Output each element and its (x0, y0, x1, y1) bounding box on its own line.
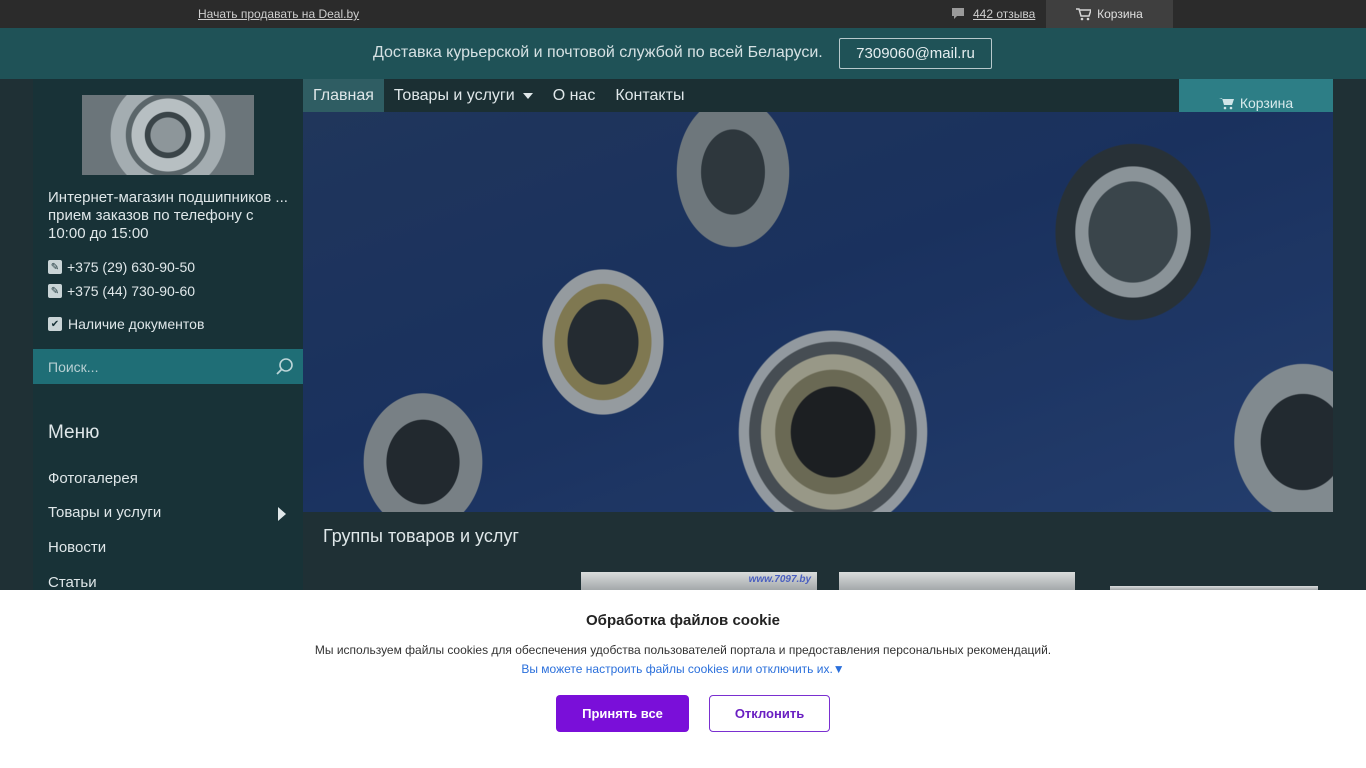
cookie-banner: Обработка файлов cookie Мы используем фа… (0, 590, 1366, 768)
menu-item-articles[interactable]: Статьи (48, 574, 97, 591)
phone-1-number: +375 (29) 630-90-50 (67, 259, 196, 275)
groups-heading: Группы товаров и услуг (323, 526, 519, 546)
email-button[interactable]: 7309060@mail.ru (839, 38, 992, 69)
hero-overlay (303, 112, 1333, 512)
phone-1[interactable]: ✎ +375 (29) 630-90-50 (48, 259, 195, 275)
hero-banner-image (303, 112, 1333, 512)
top-cart-label: Корзина (1097, 7, 1143, 21)
nav-products[interactable]: Товары и услуги (384, 79, 543, 112)
shop-name: Интернет-магазин подшипников ... прием з… (48, 189, 288, 242)
nav-about[interactable]: О нас (543, 79, 606, 112)
cookie-title: Обработка файлов cookie (586, 612, 780, 629)
product-group-thumb[interactable]: www.7097.by (581, 572, 817, 590)
search-box (33, 349, 303, 384)
decline-button[interactable]: Отклонить (709, 695, 830, 732)
accept-all-button[interactable]: Принять все (556, 695, 689, 732)
chevron-down-icon (522, 92, 533, 99)
reviews-link[interactable]: 442 отзыва (951, 7, 1035, 21)
menu-item-news[interactable]: Новости (48, 539, 106, 556)
cookie-description: Мы используем файлы cookies для обеспече… (314, 643, 1052, 657)
phone-2-number: +375 (44) 730-90-60 (67, 283, 196, 299)
documents-link[interactable]: ✔ Наличие документов (48, 316, 204, 332)
phone-icon: ✎ (48, 260, 62, 274)
top-cart-button[interactable]: Корзина (1046, 0, 1173, 28)
shop-logo[interactable] (82, 95, 254, 175)
menu-item-gallery[interactable]: Фотогалерея (48, 470, 138, 487)
cookie-settings-link[interactable]: Вы можете настроить файлы cookies или от… (0, 662, 1366, 676)
phone-icon: ✎ (48, 284, 62, 298)
check-icon: ✔ (48, 317, 62, 331)
search-input[interactable] (33, 349, 273, 384)
menu-title: Меню (48, 422, 100, 443)
product-group-thumb[interactable] (839, 572, 1075, 590)
nav-home[interactable]: Главная (303, 79, 384, 112)
top-bar: Начать продавать на Deal.by 442 отзыва К… (0, 0, 1366, 28)
delivery-text: Доставка курьерской и почтовой службой п… (373, 44, 823, 61)
reviews-count: 442 отзыва (973, 7, 1036, 21)
delivery-banner: Доставка курьерской и почтовой службой п… (0, 28, 1366, 79)
comment-icon (952, 8, 964, 19)
cart-icon (1218, 97, 1234, 109)
documents-label: Наличие документов (68, 316, 205, 332)
nav-products-label: Товары и услуги (393, 86, 515, 104)
menu-item-products[interactable]: Товары и услуги (48, 504, 161, 521)
main-nav: Главная Товары и услуги О нас Контакты (303, 79, 1179, 112)
phone-2[interactable]: ✎ +375 (44) 730-90-60 (48, 283, 195, 299)
cart-icon (1076, 7, 1092, 20)
submenu-arrow-icon[interactable] (278, 507, 286, 521)
thumb-watermark: www.7097.by (748, 574, 811, 585)
nav-contacts[interactable]: Контакты (605, 79, 694, 112)
cart-label: Корзина (1239, 95, 1294, 111)
search-icon[interactable] (276, 357, 294, 375)
start-selling-link[interactable]: Начать продавать на Deal.by (198, 7, 359, 21)
